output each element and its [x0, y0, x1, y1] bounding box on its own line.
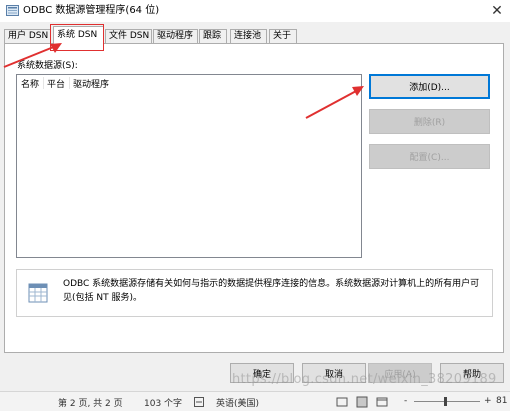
odbc-window: ODBC 数据源管理程序(64 位) ✕ 用户 DSN 系统 DSN 文件 DS…: [0, 0, 510, 390]
close-icon: ✕: [491, 3, 503, 19]
column-header-driver[interactable]: 驱动程序: [73, 77, 109, 90]
column-separator: [69, 77, 70, 89]
tab-drivers[interactable]: 驱动程序: [153, 29, 198, 44]
column-header-name[interactable]: 名称: [21, 77, 39, 90]
zoom-in-button[interactable]: +: [484, 396, 492, 406]
info-panel: ODBC 系统数据源存储有关如何与指示的数据提供程序连接的信息。系统数据源对计算…: [16, 269, 493, 317]
status-page-count[interactable]: 第 2 页, 共 2 页: [58, 396, 123, 409]
status-language[interactable]: 英语(美国): [216, 396, 259, 409]
close-button[interactable]: ✕: [484, 0, 510, 22]
tab-file-dsn[interactable]: 文件 DSN: [105, 29, 152, 44]
add-button[interactable]: 添加(D)...: [369, 74, 490, 99]
zoom-slider-track[interactable]: [414, 401, 480, 402]
status-word-count[interactable]: 103 个字: [144, 396, 182, 409]
remove-button[interactable]: 删除(R): [369, 109, 490, 134]
tab-tracing[interactable]: 跟踪: [199, 29, 227, 44]
zoom-level[interactable]: 81: [496, 396, 507, 406]
read-mode-icon[interactable]: [336, 396, 348, 408]
configure-button[interactable]: 配置(C)...: [369, 144, 490, 169]
system-dsn-panel: 系统数据源(S): 名称 平台 驱动程序 添加(D)... 删除(R) 配置(C…: [4, 43, 504, 353]
system-dsn-info-icon: [28, 283, 48, 303]
tab-user-dsn[interactable]: 用户 DSN: [4, 29, 51, 44]
odbc-app-icon: [6, 5, 19, 16]
title-bar: ODBC 数据源管理程序(64 位) ✕: [0, 0, 510, 22]
system-data-sources-label: 系统数据源(S):: [17, 61, 78, 71]
zoom-slider-thumb[interactable]: [444, 397, 447, 406]
column-separator: [43, 77, 44, 89]
watermark-text: https://blog.csdn.net/weixin_38209189: [232, 372, 497, 387]
print-layout-icon[interactable]: [356, 396, 368, 408]
tab-bar: 用户 DSN 系统 DSN 文件 DSN 驱动程序 跟踪 连接池 关于: [4, 26, 304, 45]
column-header-platform[interactable]: 平台: [47, 77, 65, 90]
annotation-highlight-box: [50, 24, 104, 51]
word-status-bar: 第 2 页, 共 2 页 103 个字 英语(美国) - + 81: [0, 391, 510, 411]
system-data-sources-list[interactable]: 名称 平台 驱动程序: [16, 74, 362, 258]
window-title: ODBC 数据源管理程序(64 位): [23, 5, 160, 16]
proofing-icon[interactable]: [194, 397, 204, 407]
tab-about[interactable]: 关于: [269, 29, 297, 44]
web-layout-icon[interactable]: [376, 396, 388, 408]
info-description: ODBC 系统数据源存储有关如何与指示的数据提供程序连接的信息。系统数据源对计算…: [63, 279, 480, 303]
zoom-out-button[interactable]: -: [404, 396, 407, 406]
tab-connection-pooling[interactable]: 连接池: [230, 29, 267, 44]
